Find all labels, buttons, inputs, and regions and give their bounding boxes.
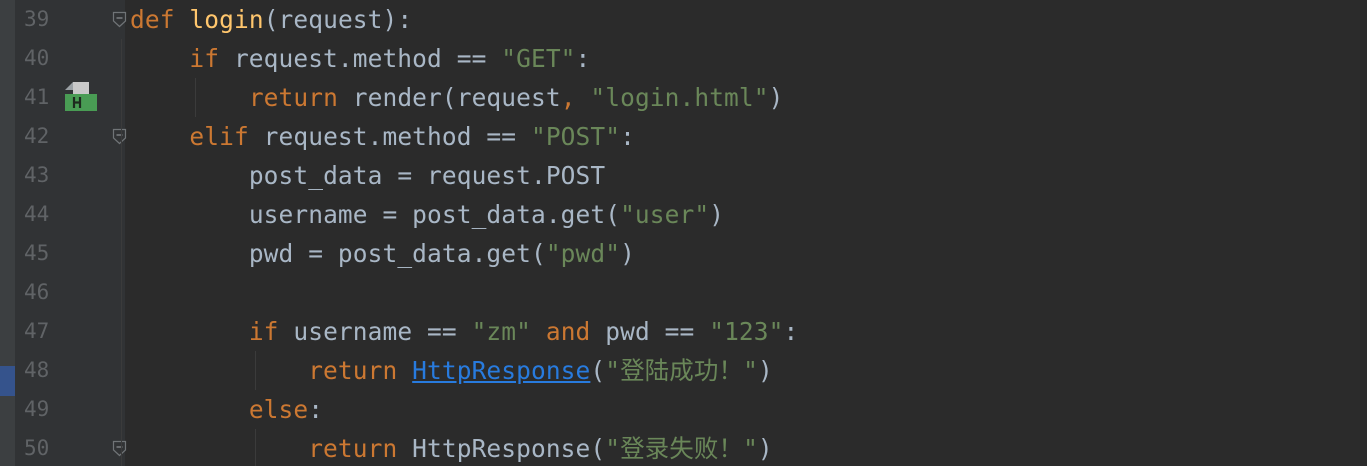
keyword-token: else [248, 395, 309, 424]
line-number: 44 [24, 202, 50, 226]
code-token: post_data = request.POST [248, 161, 606, 190]
line-number: 43 [24, 163, 50, 187]
code-token: : [308, 395, 324, 424]
line-number: 46 [24, 280, 50, 304]
code-token: username = post_data.get( [248, 200, 621, 229]
gutter-line[interactable]: 44 [15, 195, 125, 234]
string-token: "登录失败！" [605, 434, 758, 463]
gutter-line[interactable]: 40 [15, 39, 125, 78]
gutter-line[interactable]: 39 [15, 0, 125, 39]
function-name-token: login [189, 5, 264, 34]
line-number: 50 [24, 436, 50, 460]
code-token: render(request [337, 83, 561, 112]
keyword-token: def [130, 5, 175, 34]
gutter-line[interactable]: 50 [15, 429, 125, 466]
code-line[interactable]: pwd = post_data.get("pwd") [130, 234, 635, 273]
fold-open-icon[interactable] [112, 440, 127, 457]
line-number: 39 [24, 7, 50, 31]
line-number-gutter[interactable]: 39 40 41 42 43 44 45 46 47 48 49 50 [15, 0, 127, 466]
line-number: 40 [24, 46, 50, 70]
code-line[interactable]: if username == "zm" and pwd == "123": [130, 312, 798, 351]
string-token: "user" [620, 200, 710, 229]
code-token: request.method == [219, 44, 502, 73]
keyword-token: elif [189, 122, 249, 151]
indent-guide-line [121, 39, 122, 466]
line-number: 42 [24, 124, 50, 148]
code-token: ) [757, 356, 773, 385]
code-token: ) [620, 239, 635, 268]
string-token: "pwd" [545, 239, 621, 268]
code-token: : [575, 44, 591, 73]
string-token: "登陆成功！" [605, 356, 758, 385]
left-tool-strip [0, 0, 15, 466]
code-token: request.method == [248, 122, 531, 151]
line-number: 49 [24, 397, 50, 421]
gutter-line[interactable]: 45 [15, 234, 125, 273]
code-line[interactable]: def login(request): [130, 0, 412, 39]
line-number: 41 [24, 85, 50, 109]
gutter-line[interactable]: 43 [15, 156, 125, 195]
string-token: "POST" [530, 122, 621, 151]
code-line[interactable]: return HttpResponse("登陆成功！") [130, 351, 773, 390]
fold-open-icon[interactable] [112, 128, 127, 145]
keyword-token: return [308, 356, 398, 385]
code-token: HttpResponse( [397, 434, 606, 463]
code-line[interactable]: if request.method == "GET": [130, 39, 590, 78]
code-line[interactable]: post_data = request.POST [130, 156, 605, 195]
fold-open-icon[interactable] [112, 11, 127, 28]
html-bookmark-icon[interactable] [65, 82, 97, 111]
current-line-marker [0, 366, 15, 396]
code-token: pwd = post_data.get( [248, 239, 546, 268]
code-token: ) [768, 83, 784, 112]
code-token: (request): [263, 5, 413, 34]
keyword-token: return [308, 434, 398, 463]
class-reference-link[interactable]: HttpResponse [412, 356, 590, 385]
gutter-line[interactable]: 42 [15, 117, 125, 156]
gutter-line[interactable]: 47 [15, 312, 125, 351]
code-token: username == [278, 317, 472, 346]
code-token: ) [709, 200, 725, 229]
line-number: 47 [24, 319, 50, 343]
keyword-token: and [545, 317, 591, 346]
code-line[interactable]: else: [130, 390, 323, 429]
code-token: : [620, 122, 635, 151]
gutter-line[interactable]: 46 [15, 273, 125, 312]
code-token: pwd == [590, 317, 710, 346]
string-token: "GET" [501, 44, 576, 73]
string-token: "login.html" [590, 83, 769, 112]
code-token: : [783, 317, 799, 346]
keyword-token: if [248, 317, 279, 346]
code-line[interactable]: username = post_data.get("user") [130, 195, 724, 234]
code-token: ) [757, 434, 773, 463]
line-number: 48 [24, 358, 50, 382]
keyword-token: , [560, 83, 576, 112]
code-line[interactable]: return render(request, "login.html") [130, 78, 784, 117]
string-token: "zm" [471, 317, 531, 346]
code-token: ( [590, 356, 606, 385]
keyword-token: if [189, 44, 220, 73]
gutter-line[interactable]: 49 [15, 390, 125, 429]
line-number: 45 [24, 241, 50, 265]
code-editor[interactable]: 39 40 41 42 43 44 45 46 47 48 49 50 def login(reque… [0, 0, 1367, 466]
code-line[interactable]: return HttpResponse("登录失败！") [130, 429, 773, 466]
string-token: "123" [709, 317, 784, 346]
code-line[interactable]: elif request.method == "POST": [130, 117, 635, 156]
keyword-token: return [248, 83, 338, 112]
gutter-line[interactable]: 48 [15, 351, 125, 390]
